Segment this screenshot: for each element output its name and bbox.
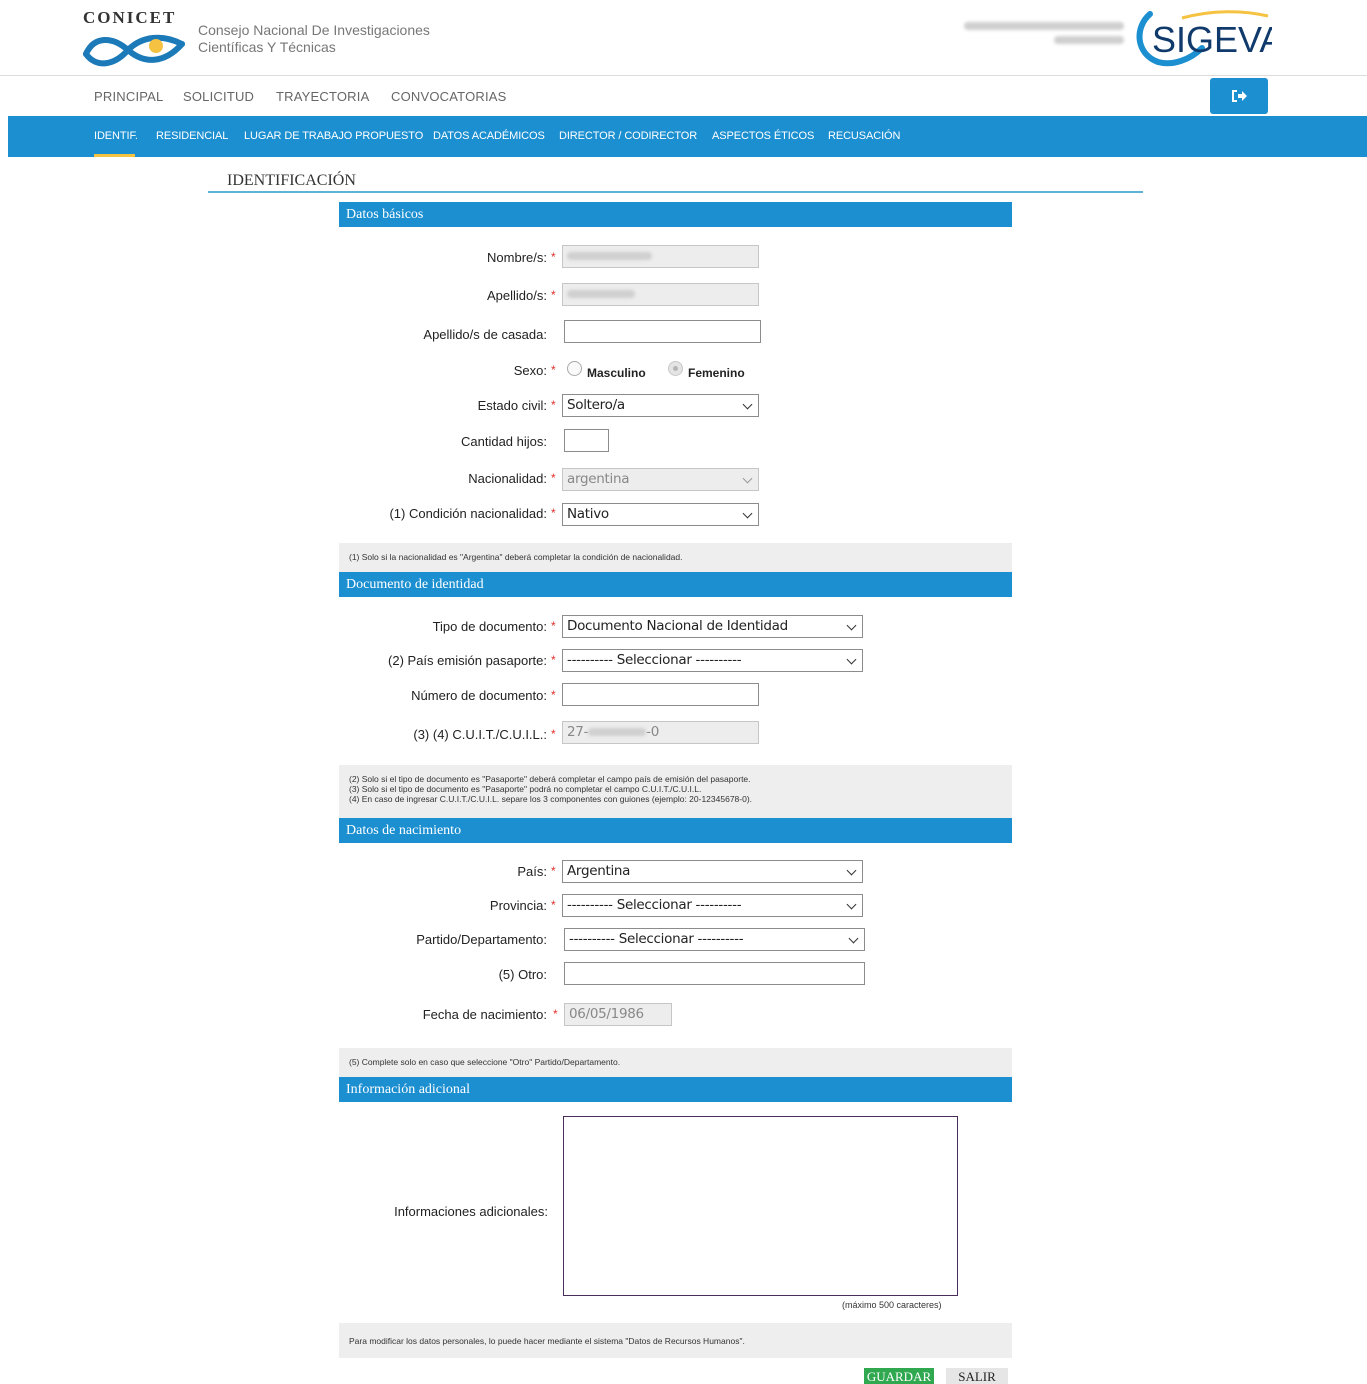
required-mark: * [551,506,556,520]
note-nacionalidad: (1) Solo si la nacionalidad es "Argentin… [339,543,1012,572]
brand-subtitle: Consejo Nacional De Investigaciones Cien… [198,22,430,56]
section-documento: Documento de identidad [339,572,1012,597]
note-documento-3: (3) Solo si el tipo de documento es "Pas… [349,784,702,794]
info-adicional-textarea[interactable] [563,1116,958,1296]
tab-identif[interactable]: IDENTIF. [94,130,138,142]
apellido-casada-input[interactable] [564,320,761,343]
sexo-label: Sexo: [513,363,547,378]
section-datos-basicos: Datos básicos [339,202,1012,227]
required-mark: * [551,619,556,633]
required-mark: * [551,250,556,264]
exit-button[interactable]: SALIR [946,1368,1008,1384]
sign-out-icon [1232,89,1247,102]
condicion-nacionalidad-label: (1) Condición nacionalidad: [389,506,547,521]
brand-name: CONICET [83,8,177,27]
menu-principal[interactable]: PRINCIPAL [94,89,163,104]
save-button[interactable]: GUARDAR [864,1368,934,1384]
menu-convocatorias[interactable]: CONVOCATORIAS [391,89,507,104]
pais-pasaporte-label: (2) País emisión pasaporte: [388,653,547,668]
sigeva-logo-text: SIGEVA [1152,19,1272,60]
otro-input[interactable] [564,962,865,985]
tab-datos-academicos[interactable]: DATOS ACADÉMICOS [433,130,545,142]
provincia-label: Provincia: [489,898,547,913]
max-chars-hint: (máximo 500 caracteres) [842,1300,942,1310]
note-documento: (2) Solo si el tipo de documento es "Pas… [339,765,1012,818]
cuit-label: (3) (4) C.U.I.T./C.U.I.L.: [413,727,547,742]
brand-subtitle-line2: Científicas Y Técnicas [198,39,336,55]
pais-nacimiento-select[interactable]: Argentina [562,860,863,883]
cuit-field: 27- -0 [562,721,759,744]
nombre-label: Nombre/s: [487,250,547,265]
conicet-logo-icon [83,34,185,67]
main-menu: PRINCIPAL SOLICITUD TRAYECTORIA CONVOCAT… [0,76,1367,116]
header: CONICET Consejo Nacional De Investigacio… [0,0,1367,76]
condicion-nacionalidad-select[interactable]: Nativo [562,503,759,526]
required-mark: * [551,363,556,377]
section-nacimiento: Datos de nacimiento [339,818,1012,843]
logout-button[interactable] [1210,78,1268,114]
tab-residencial[interactable]: RESIDENCIAL [156,130,228,142]
provincia-select[interactable]: ---------- Seleccionar ---------- [562,894,863,917]
required-mark: * [551,653,556,667]
partido-label: Partido/Departamento: [416,932,547,947]
user-name-redacted [964,22,1124,50]
fecha-nacimiento-label: Fecha de nacimiento: [422,1007,547,1022]
estado-civil-select[interactable]: Soltero/a [562,394,759,417]
pais-nacimiento-label: País: [517,864,547,879]
tab-aspectos-eticos[interactable]: ASPECTOS ÉTICOS [712,130,814,142]
note-nacimiento: (5) Complete solo en caso que seleccione… [339,1048,1012,1077]
required-mark: * [551,864,556,878]
required-mark: * [551,727,556,741]
otro-label: (5) Otro: [498,967,547,982]
cantidad-hijos-label: Cantidad hijos: [461,434,547,449]
cuit-suffix: -0 [646,724,660,740]
tipo-documento-select[interactable]: Documento Nacional de Identidad [562,615,863,638]
sexo-masculino-radio[interactable] [567,361,582,376]
numero-documento-label: Número de documento: [411,688,547,703]
nombre-field [562,245,759,268]
required-mark: * [551,288,556,302]
note-documento-4: (4) En caso de ingresar C.U.I.T./C.U.I.L… [349,794,753,804]
sigeva-logo-icon: SIGEVA [1136,10,1272,67]
partido-select[interactable]: ---------- Seleccionar ---------- [564,928,865,951]
apellido-label: Apellido/s: [487,288,547,303]
fecha-nacimiento-field: 06/05/1986 [564,1003,672,1026]
info-adicional-label: Informaciones adicionales: [394,1204,548,1219]
brand-subtitle-line1: Consejo Nacional De Investigaciones [198,22,430,38]
apellido-casada-label: Apellido/s de casada: [423,327,547,342]
tab-lugar-trabajo[interactable]: LUGAR DE TRABAJO PROPUESTO [244,130,423,142]
estado-civil-label: Estado civil: [477,398,547,413]
sexo-masculino-label: Masculino [587,366,646,380]
note-adicional: Para modificar los datos personales, lo … [339,1323,1012,1358]
sexo-femenino-label: Femenino [688,366,745,380]
tab-recusacion[interactable]: RECUSACIÓN [828,130,900,142]
tipo-documento-label: Tipo de documento: [432,619,547,634]
note-documento-2: (2) Solo si el tipo de documento es "Pas… [349,774,751,784]
numero-documento-input[interactable] [562,683,759,706]
title-divider [208,191,1143,193]
cantidad-hijos-input[interactable] [564,429,609,452]
form-tabs: IDENTIF. RESIDENCIAL LUGAR DE TRABAJO PR… [8,116,1367,157]
menu-trayectoria[interactable]: TRAYECTORIA [276,89,369,104]
section-adicional: Información adicional [339,1077,1012,1102]
required-mark: * [551,898,556,912]
apellido-field [562,283,759,306]
cuit-prefix: 27- [567,724,589,740]
tab-director[interactable]: DIRECTOR / CODIRECTOR [559,130,697,142]
menu-solicitud[interactable]: SOLICITUD [183,89,254,104]
required-mark: * [551,471,556,485]
required-mark: * [551,398,556,412]
sexo-femenino-radio[interactable] [668,361,683,376]
nacionalidad-select: argentina [562,468,759,491]
pais-pasaporte-select[interactable]: ---------- Seleccionar ---------- [562,649,863,672]
nacionalidad-label: Nacionalidad: [468,471,547,486]
page-title: IDENTIFICACIÓN [227,172,356,189]
required-mark: * [551,688,556,702]
required-mark: * [553,1007,558,1021]
active-tab-indicator [94,154,135,157]
